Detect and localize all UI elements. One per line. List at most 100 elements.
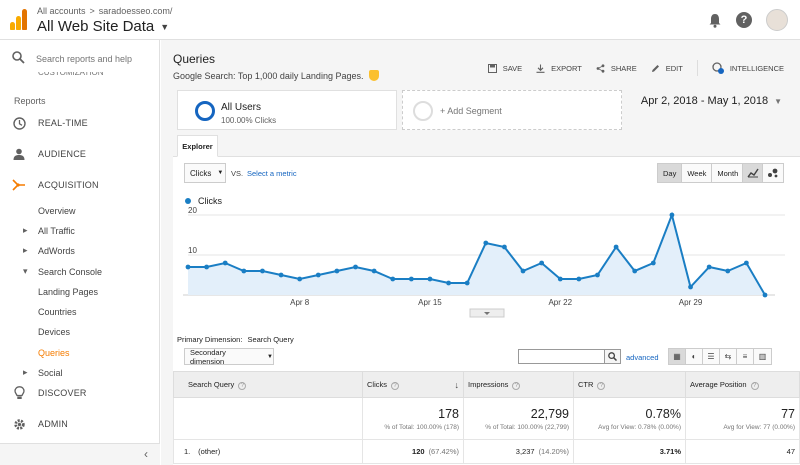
nav-label: ADMIN <box>38 419 68 429</box>
table-filter-input[interactable] <box>518 349 605 364</box>
data-point <box>260 268 265 274</box>
edit-label: EDIT <box>665 63 683 73</box>
breadcrumb-all-accounts[interactable]: All accounts <box>37 6 86 16</box>
clicks-chart[interactable]: 10 20 Apr 8 Apr 15 Apr 22 Apr 29 <box>173 207 800 327</box>
help-icon[interactable]: ? <box>597 381 606 390</box>
sampling-shield-icon[interactable] <box>369 70 380 81</box>
sidebar-item-social[interactable]: Social <box>23 367 62 378</box>
col-impressions[interactable]: Impressions? <box>463 371 574 398</box>
help-icon[interactable]: ? <box>512 381 521 390</box>
term-cloud-view-icon[interactable]: ≡ <box>737 349 754 364</box>
table-search-button[interactable] <box>604 349 621 364</box>
sidebar-item-adwords[interactable]: AdWords <box>23 245 75 256</box>
avatar[interactable] <box>766 9 788 31</box>
col-label: Search Query <box>188 379 235 389</box>
col-search-query[interactable]: Search Query? <box>173 371 363 398</box>
totals-ctr: 0.78% Avg for View: 0.78% (0.00%) <box>573 397 686 440</box>
chart-type-toggle <box>742 163 784 183</box>
pivot-view-icon[interactable]: ▥ <box>754 349 771 364</box>
data-point <box>706 264 712 270</box>
clock-icon <box>12 116 26 130</box>
tab-explorer[interactable]: Explorer <box>177 135 218 157</box>
comparison-view-icon[interactable]: ⇆ <box>720 349 737 364</box>
sort-desc-icon: ↓ <box>454 379 460 390</box>
help-icon[interactable]: ? <box>391 381 399 390</box>
primary-dimension-value[interactable]: Search Query <box>247 335 293 344</box>
sidebar-item-landing-pages[interactable]: Landing Pages <box>38 287 98 297</box>
nav-admin[interactable]: ADMIN <box>0 417 160 431</box>
line-chart-icon[interactable] <box>743 164 763 182</box>
caret-down-icon: ▼ <box>267 353 273 360</box>
query-text[interactable]: (other) <box>198 447 220 456</box>
help-icon[interactable]: ? <box>750 381 759 390</box>
export-button[interactable]: EXPORT <box>536 64 582 73</box>
nav-discover[interactable]: DISCOVER <box>0 386 160 400</box>
segment-ring-icon <box>195 101 215 121</box>
breadcrumb[interactable]: All accounts > saradoesseo.com/ <box>37 6 172 16</box>
data-table-view-icon[interactable]: ▦ <box>669 349 686 364</box>
help-icon[interactable]: ? <box>736 12 752 28</box>
account-selector[interactable]: All Web Site Data ▼ <box>37 18 169 35</box>
total-sub: % of Total: 100.00% (22,799) <box>485 423 569 431</box>
totals-avg-position: 77 Avg for View: 77 (0.00%) <box>685 397 800 440</box>
data-point <box>576 276 582 282</box>
col-ctr[interactable]: CTR? <box>573 371 686 398</box>
data-point <box>371 268 377 274</box>
grain-month-button[interactable]: Month <box>712 164 744 182</box>
metric-select[interactable]: Clicks ▼ <box>184 163 226 183</box>
select-metric-link[interactable]: Select a metric <box>247 169 297 178</box>
grain-week-button[interactable]: Week <box>682 164 713 182</box>
nav-audience[interactable]: AUDIENCE <box>0 147 160 161</box>
time-grain-toggle: Day Week Month <box>657 163 745 183</box>
ctr-cell: 3.71% <box>573 439 686 464</box>
main-content: Queries Google Search: Top 1,000 daily L… <box>161 40 800 465</box>
chart-legend: Clicks <box>185 196 222 206</box>
advanced-filter-link[interactable]: advanced <box>626 353 659 362</box>
x-tick-label: Apr 15 <box>418 298 442 307</box>
sidebar-item-devices[interactable]: Devices <box>38 327 70 337</box>
page-subtitle: Google Search: Top 1,000 daily Landing P… <box>173 70 380 81</box>
secondary-dimension-select[interactable]: Secondary dimension ▼ <box>184 348 274 366</box>
totals-clicks: 178 % of Total: 100.00% (178) <box>362 397 464 440</box>
edit-button[interactable]: EDIT <box>651 64 683 73</box>
totals-row: 178 % of Total: 100.00% (178) 22,799 % of … <box>173 397 800 440</box>
analytics-logo[interactable] <box>10 9 28 30</box>
pie-view-icon[interactable]: ◐ <box>686 349 703 364</box>
motion-chart-icon[interactable] <box>763 164 783 182</box>
save-button[interactable]: SAVE <box>487 63 522 73</box>
share-button[interactable]: SHARE <box>596 64 637 73</box>
chevron-left-icon[interactable]: ‹ <box>144 447 148 461</box>
nav-acquisition[interactable]: ACQUISITION <box>0 178 160 192</box>
date-range-picker[interactable]: Apr 2, 2018 - May 1, 2018 ▼ <box>641 95 782 107</box>
sidebar-item-countries[interactable]: Countries <box>38 307 77 317</box>
sidebar-item-all-traffic[interactable]: All Traffic <box>23 225 75 236</box>
bell-icon[interactable] <box>708 13 722 28</box>
table-view-toggle: ▦ ◐ ☰ ⇆ ≡ ▥ <box>668 348 772 365</box>
vs-label: VS. <box>231 169 244 178</box>
sidebar-item-overview[interactable]: Overview <box>38 206 76 216</box>
avg-position-cell: 47 <box>685 439 800 464</box>
sidebar-item-search-console[interactable]: Search Console <box>23 266 102 277</box>
total-sub: Avg for View: 0.78% (0.00%) <box>598 423 681 431</box>
person-icon <box>12 147 26 161</box>
sidebar-item-queries[interactable]: Queries <box>38 348 70 358</box>
breadcrumb-property[interactable]: saradoesseo.com/ <box>99 6 173 16</box>
col-clicks[interactable]: Clicks? ↓ <box>362 371 464 398</box>
data-point <box>725 268 731 274</box>
collapse-sidebar-bar[interactable]: ‹ <box>0 443 160 465</box>
help-icon[interactable]: ? <box>238 381 247 390</box>
query-cell[interactable]: 1. (other) <box>173 439 363 464</box>
avg-position-value: 47 <box>786 447 795 456</box>
add-segment-button[interactable]: + Add Segment <box>402 90 622 130</box>
col-average-position[interactable]: Average Position? <box>685 371 800 398</box>
nav-realtime[interactable]: REAL-TIME <box>0 116 160 130</box>
table-row[interactable]: 1. (other) 120 (67.42%) 3,237 (14.20%) 3.7… <box>173 439 800 464</box>
table-header-row: Search Query? Clicks? ↓ Impressions? CTR?… <box>173 371 800 398</box>
nav-label: REAL-TIME <box>38 118 88 128</box>
performance-view-icon[interactable]: ☰ <box>703 349 720 364</box>
grain-day-button[interactable]: Day <box>658 164 683 182</box>
col-label: Average Position <box>690 379 747 389</box>
data-point <box>688 284 693 290</box>
segment-all-users[interactable]: All Users 100.00% Clicks <box>177 90 397 130</box>
intelligence-button[interactable]: INTELLIGENCE <box>712 62 784 74</box>
